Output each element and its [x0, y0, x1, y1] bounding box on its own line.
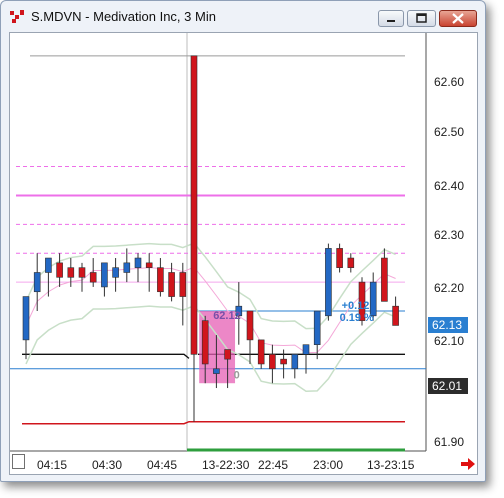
candle-body [157, 267, 164, 293]
app-chart-icon [10, 10, 24, 23]
x-tick-label: 04:30 [92, 458, 123, 472]
candle-body [145, 262, 153, 268]
last-price-tag: 62.13 [428, 317, 468, 333]
candle-body [67, 267, 75, 278]
close-button[interactable] [439, 10, 477, 27]
y-tick-label: 62.40 [434, 179, 465, 193]
x-tick-label: 04:45 [147, 458, 178, 472]
highlight-price-label: 62.12 [213, 310, 241, 322]
highlight-suffix-label: 0 [234, 369, 240, 381]
candle-body [168, 272, 175, 297]
title-bar[interactable]: S.MDVN - Medivation Inc, 3 Min [1, 1, 485, 31]
candle-body [45, 257, 52, 273]
chart-window: S.MDVN - Medivation Inc, 3 Min 62.12 0 +0.… [0, 0, 486, 482]
scroll-corner-box[interactable] [12, 454, 25, 469]
price-plot[interactable]: 62.12 0 +0.120.19 % [10, 33, 477, 474]
candle-body [369, 281, 377, 317]
candle-body [336, 248, 343, 268]
close-icon [452, 13, 464, 24]
x-tick-label: 13-22:30 [202, 458, 250, 472]
candle-body [179, 272, 187, 297]
y-tick-label: 62.30 [434, 228, 465, 242]
maximize-icon [416, 13, 427, 23]
candle-body [33, 272, 41, 293]
candle-body [246, 310, 254, 341]
x-tick-label: 04:15 [37, 458, 68, 472]
candle-body [134, 257, 142, 268]
candle-body [201, 320, 209, 365]
prior-level-line [22, 353, 190, 359]
candle-body [381, 257, 388, 302]
window-title: S.MDVN - Medivation Inc, 3 Min [31, 9, 216, 24]
y-tick-label: 62.50 [434, 125, 465, 139]
minimize-button[interactable] [378, 10, 404, 27]
candle-body [101, 262, 108, 288]
candle-body [22, 296, 30, 341]
minimize-icon [387, 20, 395, 22]
y-tick-label: 61.90 [434, 435, 465, 449]
scroll-right-arrow-icon[interactable] [460, 457, 476, 471]
candle-body [78, 267, 86, 278]
y-tick-label: 62.20 [434, 281, 465, 295]
chart-area[interactable]: 62.12 0 +0.12 0.19 % 62.60 62.50 62.40 62.3… [9, 32, 478, 475]
x-tick-label: 23:00 [313, 458, 344, 472]
candle-body [213, 368, 220, 374]
level-price-tag: 62.01 [428, 378, 468, 394]
candle-body [257, 339, 265, 365]
low-level-line [22, 420, 405, 425]
y-tick-label: 62.60 [434, 75, 465, 89]
candle-body [291, 354, 299, 370]
candle-body [280, 358, 287, 365]
candle-body [269, 354, 276, 370]
x-tick-label: 22:45 [258, 458, 289, 472]
change-pct-label: 0.19 % [340, 312, 374, 324]
candle-body [313, 310, 321, 346]
candle-body [302, 344, 310, 355]
candle-body [190, 55, 198, 355]
candle-body [224, 349, 231, 360]
candle-body [123, 262, 131, 273]
x-tick-label: 13-23:15 [367, 458, 415, 472]
candle-body [112, 267, 119, 278]
candle-body [56, 262, 63, 278]
maximize-button[interactable] [407, 10, 436, 27]
candle-body [89, 272, 97, 283]
candle-body [325, 248, 332, 317]
candle-body [347, 257, 355, 268]
y-tick-label: 62.10 [434, 334, 465, 348]
candle-body [392, 305, 399, 326]
change-label: +0.12 [342, 300, 370, 312]
